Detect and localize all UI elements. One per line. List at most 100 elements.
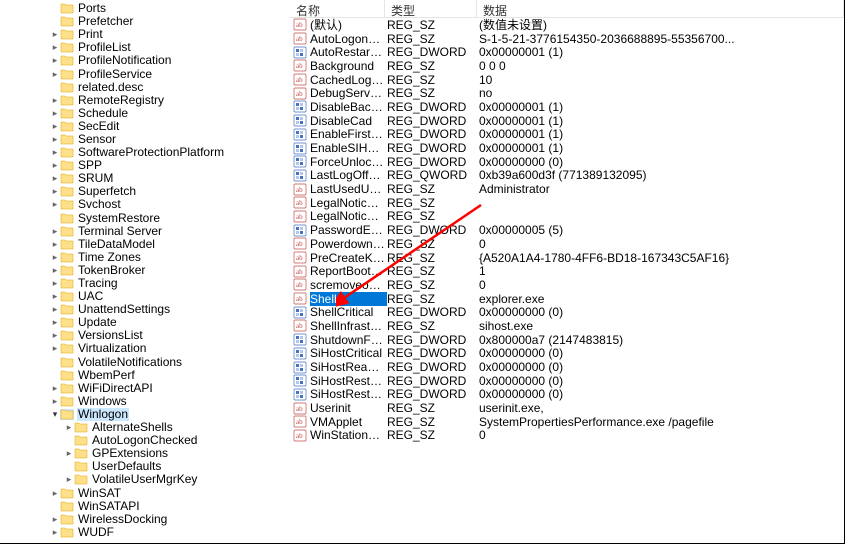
list-row[interactable]: VMAppletREG_SZSystemPropertiesPerformanc… [290,415,844,429]
list-row[interactable]: PreCreateKnow...REG_SZ{A520A1A4-1780-4FF… [290,251,844,265]
tree-item[interactable]: ▸TokenBroker [6,264,290,277]
tree-item[interactable]: ▸SRUM [6,172,290,185]
tree-item[interactable]: ▸Schedule [6,107,290,120]
tree-item[interactable]: ▸Virtualization [6,342,290,355]
chevron-right-icon[interactable]: ▸ [50,487,60,500]
value-list[interactable]: (默认)REG_SZ(数值未设置)AutoLogonSIDREG_SZS-1-5… [290,18,844,442]
chevron-right-icon[interactable]: ▸ [50,41,60,54]
chevron-right-icon[interactable]: ▸ [50,159,60,172]
chevron-right-icon[interactable]: ▸ [50,316,60,329]
list-row[interactable]: scremoveoptionREG_SZ0 [290,278,844,292]
col-header-data[interactable]: 数据 [477,0,844,17]
chevron-right-icon[interactable]: ▸ [50,238,60,251]
list-row[interactable]: ReportBootOkREG_SZ1 [290,264,844,278]
list-row[interactable]: EnableFirstLogo...REG_DWORD0x00000001 (1… [290,128,844,142]
chevron-right-icon[interactable]: ▸ [50,133,60,146]
chevron-right-icon[interactable]: ▸ [64,447,74,460]
tree-item[interactable]: ▸TileDataModel [6,238,290,251]
list-row[interactable]: LastLogOffEndT...REG_QWORD0xb39a600d3f (… [290,169,844,183]
chevron-right-icon[interactable]: ▸ [50,94,60,107]
col-header-type[interactable]: 类型 [385,0,477,17]
chevron-right-icon[interactable]: ▸ [50,120,60,133]
list-row[interactable]: AutoLogonSIDREG_SZS-1-5-21-3776154350-20… [290,32,844,46]
tree-item[interactable]: ▸SPP [6,159,290,172]
tree-item[interactable]: ▾Winlogon [6,408,290,421]
chevron-right-icon[interactable]: ▸ [50,329,60,342]
chevron-right-icon[interactable]: ▸ [50,54,60,67]
list-row[interactable]: DisableCadREG_DWORD0x00000001 (1) [290,114,844,128]
tree-item[interactable]: Prefetcher [6,15,290,28]
tree-item[interactable]: ▸WinSAT [6,486,290,499]
list-row[interactable]: ShellCriticalREG_DWORD0x00000000 (0) [290,305,844,319]
tree-item[interactable]: ▸WiFiDirectAPI [6,382,290,395]
list-row[interactable]: WinStationsDis...REG_SZ0 [290,429,844,443]
list-row[interactable]: BackgroundREG_SZ0 0 0 [290,59,844,73]
tree-item[interactable]: ▸ProfileList [6,41,290,54]
list-row[interactable]: DebugServerCo...REG_SZno [290,86,844,100]
chevron-right-icon[interactable]: ▸ [50,225,60,238]
tree-item[interactable]: ▸UAC [6,290,290,303]
tree-item[interactable]: ▸Sensor [6,133,290,146]
tree-item[interactable]: ▸Update [6,316,290,329]
list-row[interactable]: AutoRestartShellREG_DWORD0x00000001 (1) [290,45,844,59]
chevron-right-icon[interactable]: ▸ [50,146,60,159]
chevron-right-icon[interactable]: ▸ [50,303,60,316]
chevron-right-icon[interactable]: ▸ [50,395,60,408]
list-row[interactable]: ShellInfrastruct...REG_SZsihost.exe [290,319,844,333]
list-row[interactable]: SiHostReadyTi...REG_DWORD0x00000000 (0) [290,360,844,374]
tree-item[interactable]: ▸SecEdit [6,120,290,133]
chevron-right-icon[interactable]: ▸ [50,277,60,290]
chevron-right-icon[interactable]: ▸ [50,290,60,303]
tree-item[interactable]: ▸GPExtensions [6,447,290,460]
list-row[interactable]: CachedLogons...REG_SZ10 [290,73,844,87]
list-row[interactable]: (默认)REG_SZ(数值未设置) [290,18,844,32]
tree-item[interactable]: ▸RemoteRegistry [6,94,290,107]
chevron-right-icon[interactable]: ▸ [50,68,60,81]
chevron-right-icon[interactable]: ▸ [50,382,60,395]
list-row[interactable]: LegalNoticeTextREG_SZ [290,210,844,224]
chevron-right-icon[interactable]: ▸ [50,513,60,526]
list-row[interactable]: LegalNoticeCap...REG_SZ [290,196,844,210]
chevron-right-icon[interactable]: ▸ [50,28,60,41]
list-row[interactable]: SiHostCriticalREG_DWORD0x00000000 (0) [290,347,844,361]
tree-item[interactable]: VolatileNotifications [6,356,290,369]
list-row[interactable]: LastUsedUsern...REG_SZAdministrator [290,182,844,196]
tree-item[interactable]: ▸Time Zones [6,251,290,264]
tree-item[interactable]: SystemRestore [6,212,290,225]
tree-item[interactable]: ▸Svchost [6,198,290,211]
list-row[interactable]: ShutdownFlagsREG_DWORD0x800000a7 (214748… [290,333,844,347]
tree-item[interactable]: related.desc [6,81,290,94]
list-row[interactable]: ShellREG_SZexplorer.exe [290,292,844,306]
tree-item[interactable]: UserDefaults [6,460,290,473]
list-row[interactable]: ForceUnlockLo...REG_DWORD0x00000000 (0) [290,155,844,169]
tree-item[interactable]: WbemPerf [6,369,290,382]
chevron-right-icon[interactable]: ▸ [50,264,60,277]
list-row[interactable]: PowerdownAfte...REG_SZ0 [290,237,844,251]
tree-item[interactable]: ▸Superfetch [6,185,290,198]
tree-item[interactable]: ▸Tracing [6,277,290,290]
tree-item[interactable]: ▸WUDF [6,526,290,539]
tree-item[interactable]: ▸Print [6,28,290,41]
tree-item[interactable]: Ports [6,2,290,15]
col-header-name[interactable]: 名称 [290,0,385,17]
list-row[interactable]: DisableBackBut...REG_DWORD0x00000001 (1) [290,100,844,114]
registry-tree[interactable]: PortsPrefetcher▸Print▸ProfileList▸Profil… [0,0,290,543]
chevron-right-icon[interactable]: ▸ [64,473,74,486]
chevron-right-icon[interactable]: ▸ [50,251,60,264]
tree-item[interactable]: ▸Windows [6,395,290,408]
list-row[interactable]: SiHostRestartTi...REG_DWORD0x00000000 (0… [290,388,844,402]
chevron-right-icon[interactable]: ▸ [50,198,60,211]
chevron-right-icon[interactable]: ▸ [50,526,60,539]
chevron-right-icon[interactable]: ▸ [50,185,60,198]
list-row[interactable]: EnableSIHostIn...REG_DWORD0x00000001 (1) [290,141,844,155]
tree-item[interactable]: ▸UnattendSettings [6,303,290,316]
tree-item[interactable]: ▸VersionsList [6,329,290,342]
tree-item[interactable]: ▸SoftwareProtectionPlatform [6,146,290,159]
tree-item[interactable]: ▸Terminal Server [6,225,290,238]
list-row[interactable]: SiHostRestartC...REG_DWORD0x00000000 (0) [290,374,844,388]
chevron-right-icon[interactable]: ▸ [50,107,60,120]
tree-item[interactable]: WinSATAPI [6,500,290,513]
chevron-right-icon[interactable]: ▸ [50,342,60,355]
tree-item[interactable]: ▸VolatileUserMgrKey [6,473,290,486]
chevron-right-icon[interactable]: ▸ [50,172,60,185]
